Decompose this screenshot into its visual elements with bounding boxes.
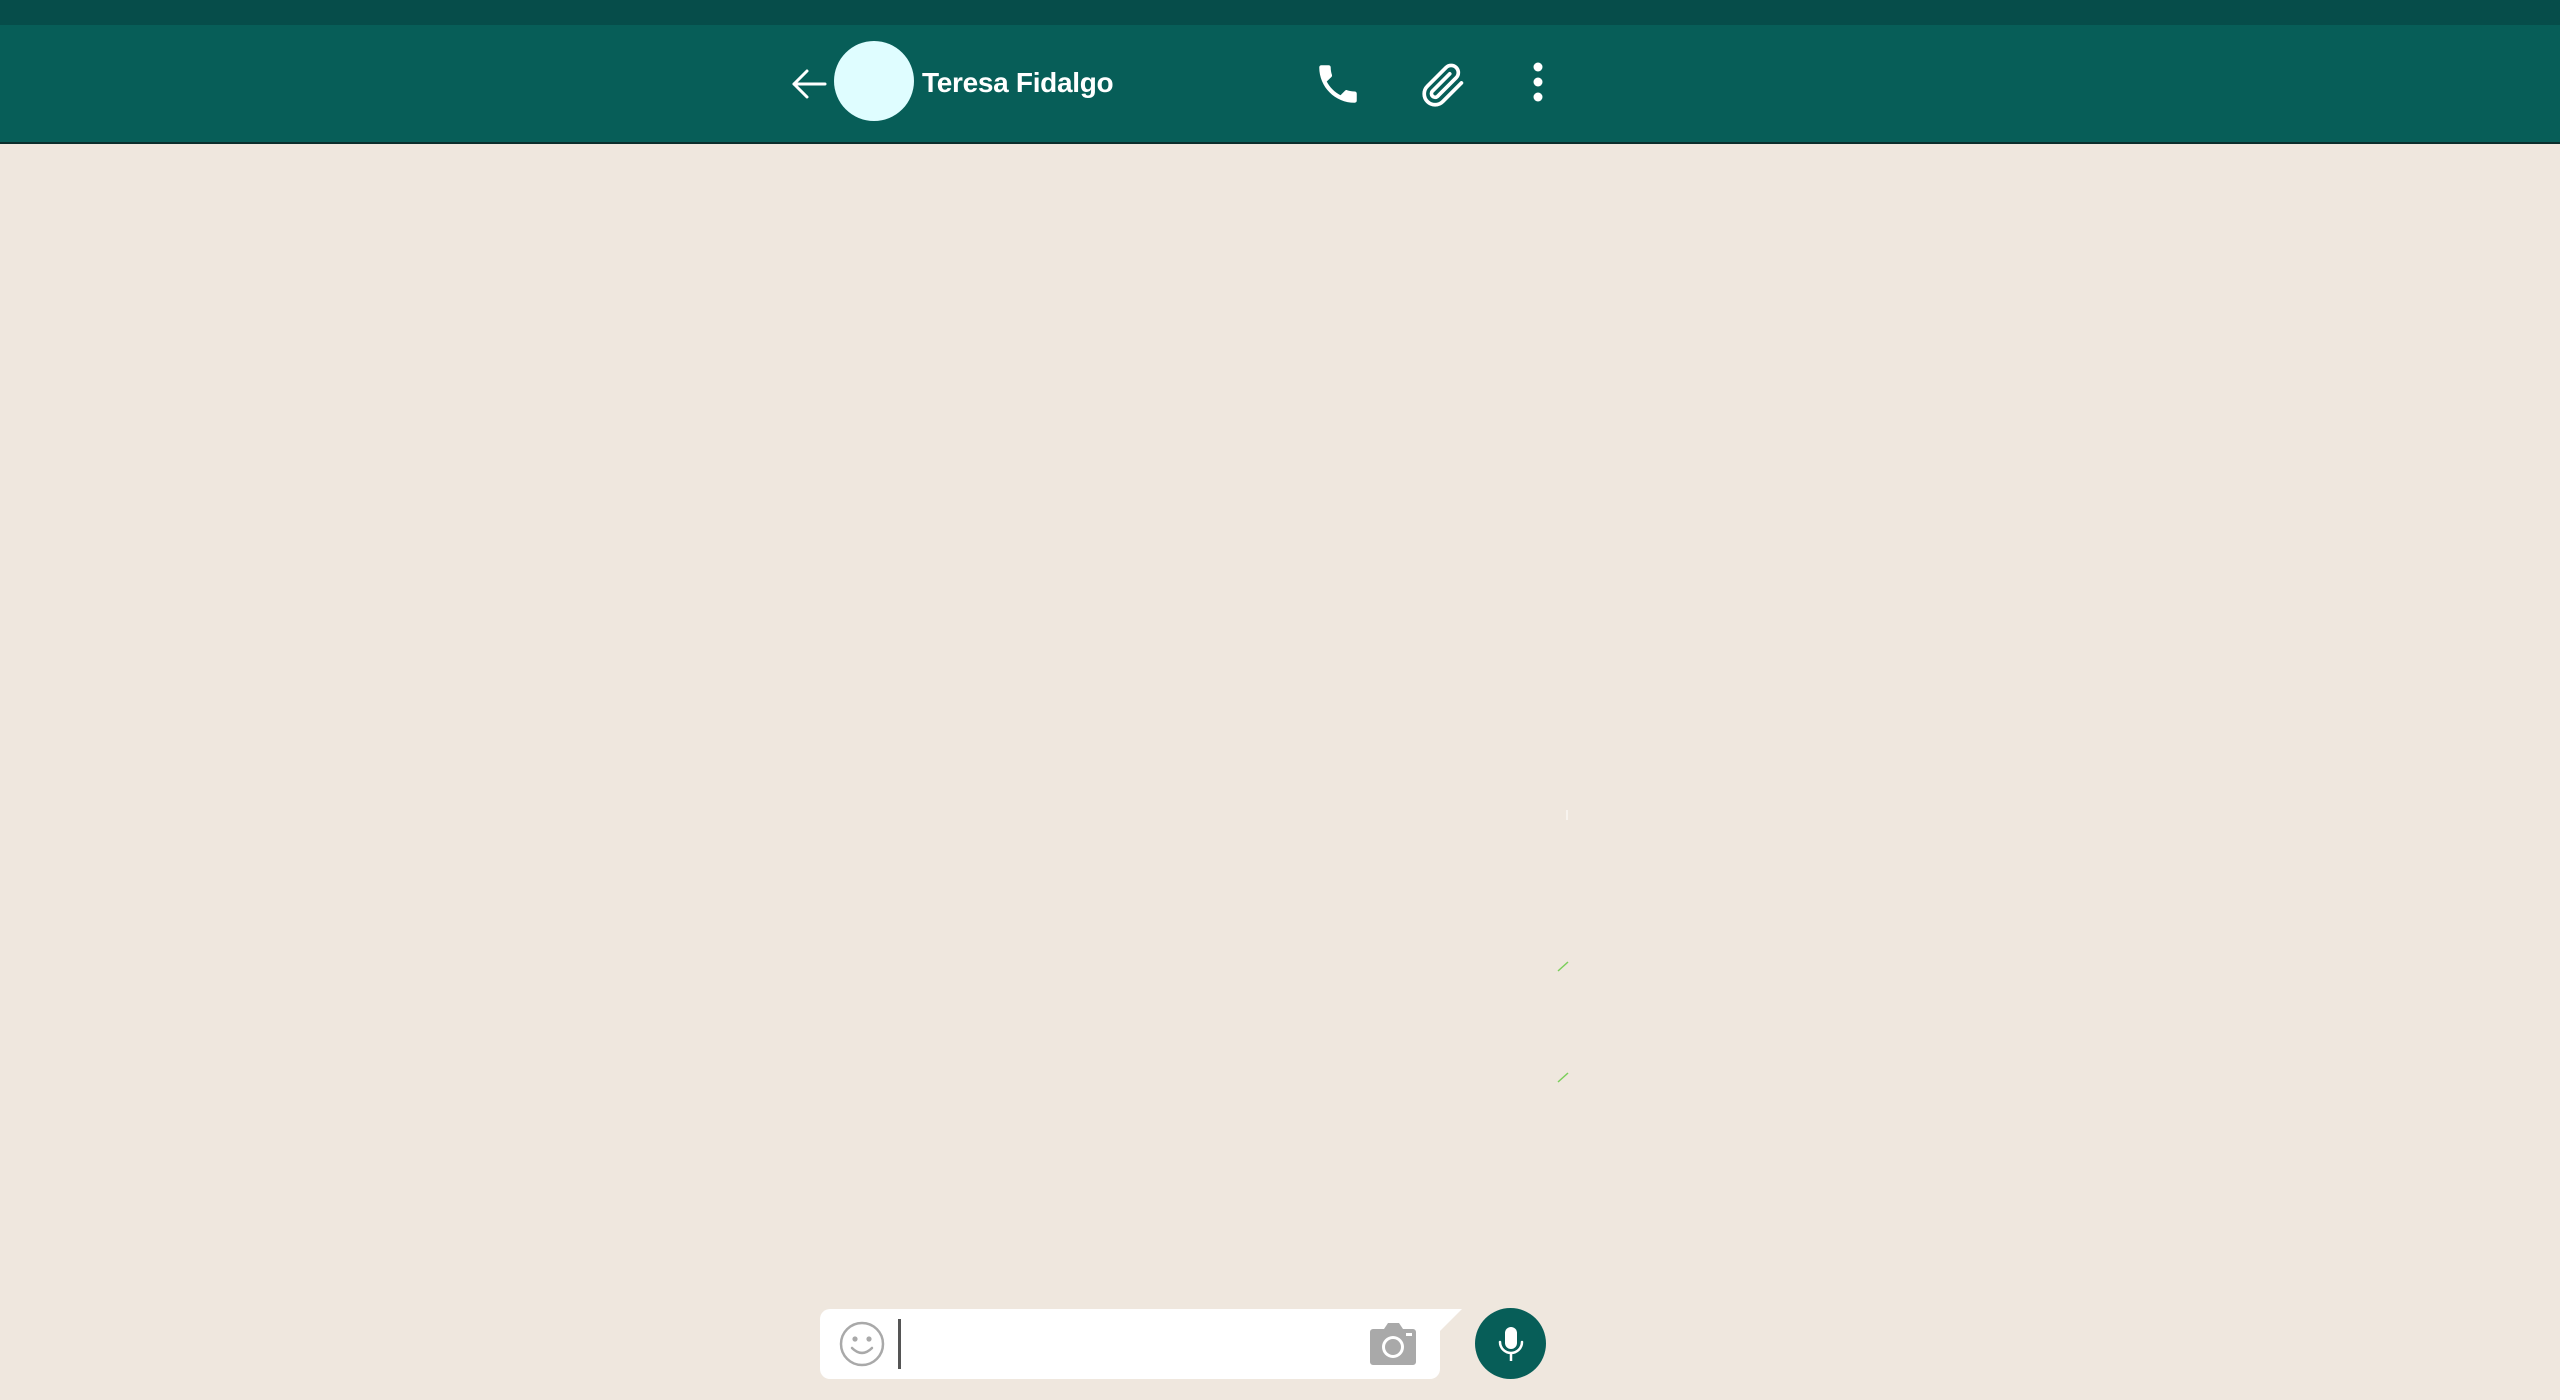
back-button[interactable] [787,62,831,106]
smiley-icon [839,1321,885,1367]
paperclip-icon [1422,63,1464,107]
check-icon [1557,961,1569,972]
attach-button[interactable] [1417,57,1469,111]
call-button[interactable] [1313,59,1363,109]
avatar[interactable] [834,41,914,121]
status-bar [0,0,2560,25]
chat-header: Teresa Fidalgo [0,25,2560,144]
menu-button[interactable] [1522,59,1554,109]
camera-button[interactable] [1368,1321,1418,1367]
message-status-mark [1566,810,1568,820]
voice-record-button[interactable] [1475,1308,1546,1379]
contact-name[interactable]: Teresa Fidalgo [922,67,1114,99]
text-cursor [898,1319,901,1369]
chat-area[interactable] [0,144,2560,1400]
arrow-left-icon [792,69,827,99]
microphone-icon [1498,1327,1524,1361]
more-vertical-icon [1533,62,1543,102]
camera-icon [1370,1323,1416,1365]
message-input[interactable] [898,1318,1358,1370]
composer-tail [1428,1309,1462,1343]
emoji-button[interactable] [838,1320,886,1368]
phone-icon [1319,65,1357,103]
check-icon [1557,1072,1569,1083]
